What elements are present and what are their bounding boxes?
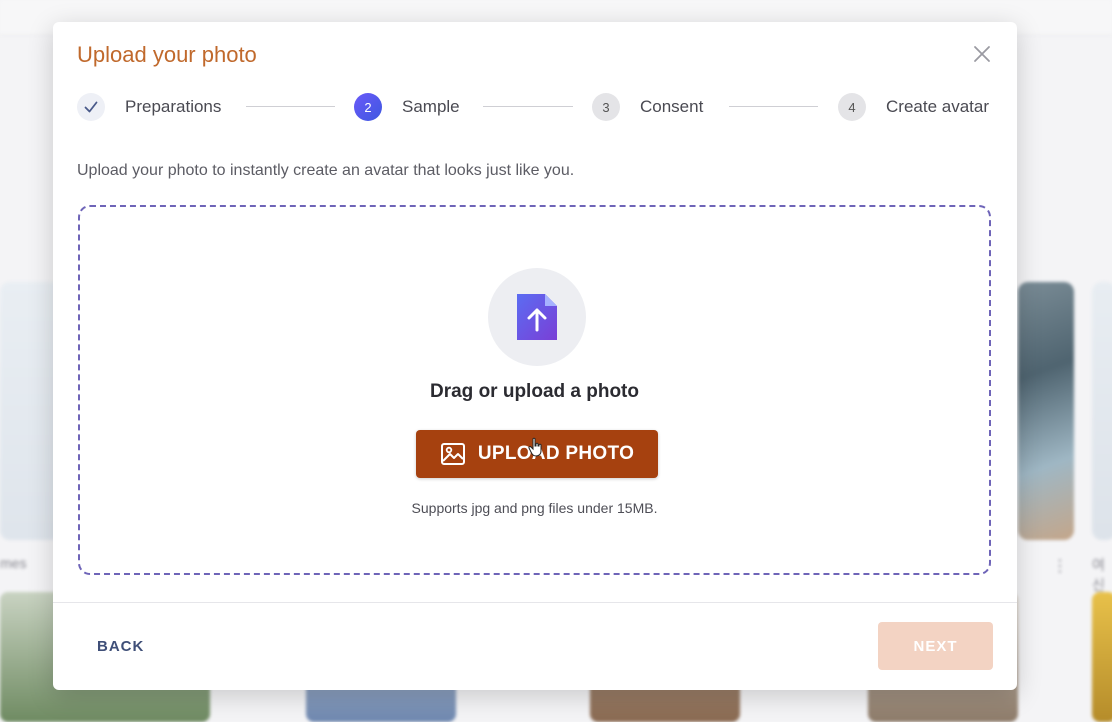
back-button[interactable]: BACK [81, 628, 160, 664]
upload-icon-badge [488, 268, 586, 366]
step-preparations: Preparations [77, 90, 221, 124]
step-connector [246, 106, 335, 107]
background-thumbnail [1092, 592, 1112, 722]
close-button[interactable] [969, 42, 995, 68]
background-card [1018, 282, 1074, 540]
step-sample: 2 Sample [354, 90, 460, 124]
more-options-icon: ⋮ [1052, 558, 1068, 575]
step-consent: 3 Consent [592, 90, 703, 124]
photo-dropzone[interactable]: Drag or upload a photo UPLOAD PHOTO Supp… [78, 205, 991, 575]
upload-photo-button[interactable]: UPLOAD PHOTO [416, 430, 658, 478]
step-label: Sample [402, 97, 460, 116]
progress-stepper: Preparations 2 Sample 3 Consent 4 Create… [77, 90, 995, 124]
footer-divider [53, 602, 1017, 603]
step-create-avatar: 4 Create avatar [838, 90, 989, 124]
next-button[interactable]: NEXT [878, 622, 993, 670]
step-label: Create avatar [886, 97, 989, 116]
file-upload-icon [517, 294, 557, 340]
check-icon [84, 101, 98, 113]
background-card-label: mes [0, 555, 27, 571]
step-done-indicator [77, 93, 105, 121]
dialog-intro-text: Upload your photo to instantly create an… [77, 162, 575, 179]
background-card-label: 여신 [1092, 557, 1105, 593]
image-icon [440, 443, 465, 465]
dropzone-title: Drag or upload a photo [430, 381, 639, 402]
dropzone-hint: Supports jpg and png files under 15MB. [411, 500, 658, 516]
background-card [1092, 282, 1112, 540]
background-card [0, 282, 60, 540]
step-label: Preparations [125, 97, 222, 116]
close-icon [974, 45, 990, 62]
step-connector [483, 106, 573, 107]
step-number: 4 [838, 93, 866, 121]
dialog-title: Upload your photo [77, 42, 257, 67]
step-number: 2 [354, 93, 382, 121]
step-number: 3 [592, 93, 620, 121]
upload-photo-button-label: UPLOAD PHOTO [477, 443, 635, 464]
upload-photo-dialog: Upload your photo Preparations 2 Sample … [53, 22, 1017, 690]
step-label: Consent [640, 97, 704, 116]
step-connector [729, 106, 818, 107]
